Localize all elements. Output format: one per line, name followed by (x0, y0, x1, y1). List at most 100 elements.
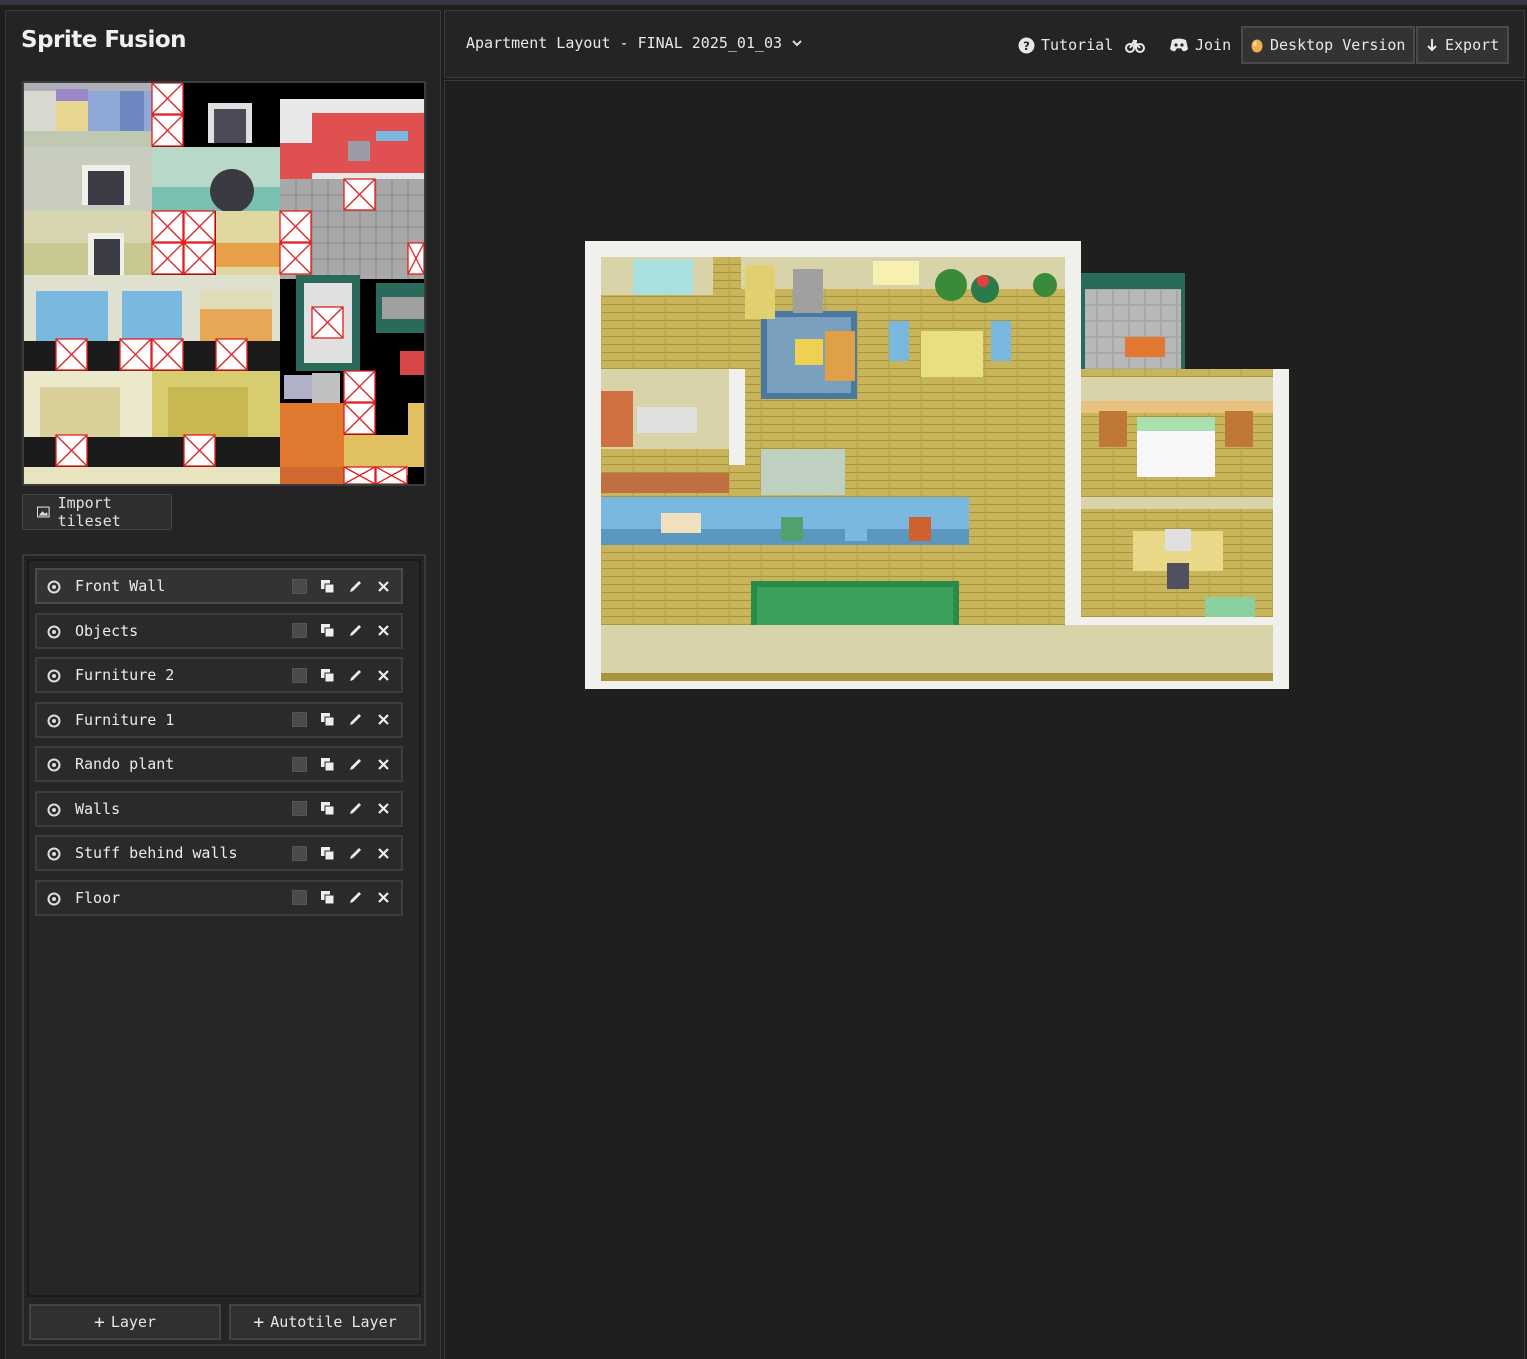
svg-text:?: ? (1023, 38, 1030, 52)
close-icon[interactable] (375, 801, 391, 817)
app-window: Sprite Fusion Import tileset Front Wall … (0, 0, 1527, 1359)
plus-icon: + (253, 1311, 265, 1333)
lock-checkbox-icon[interactable] (291, 667, 307, 683)
lock-checkbox-icon[interactable] (291, 623, 307, 639)
layers-list: Front Wall Objects Furniture 2 Furniture 1 R… (27, 559, 421, 1297)
tileset-preview[interactable] (22, 81, 426, 486)
layer-name: Stuff behind walls (75, 844, 238, 862)
eye-icon[interactable] (47, 668, 61, 683)
eye-icon[interactable] (47, 846, 61, 861)
close-icon[interactable] (375, 667, 391, 683)
tilemap[interactable] (585, 241, 1289, 689)
duplicate-icon[interactable] (319, 845, 335, 861)
layers-panel: Front Wall Objects Furniture 2 Furniture 1 R… (22, 554, 426, 1346)
pencil-icon[interactable] (347, 845, 363, 861)
layer-name: Furniture 1 (75, 710, 175, 729)
layer-name: Objects (75, 621, 139, 640)
duplicate-icon[interactable] (319, 667, 335, 683)
plus-icon: + (94, 1311, 105, 1333)
desktop-version-label: Desktop Version (1270, 36, 1406, 54)
image-icon (37, 506, 50, 518)
front-wall (601, 625, 1273, 673)
layer-row[interactable]: Rando plant (35, 746, 403, 782)
duplicate-icon[interactable] (319, 623, 335, 639)
pencil-icon[interactable] (347, 712, 363, 728)
duplicate-icon[interactable] (319, 756, 335, 772)
lock-checkbox-icon[interactable] (291, 890, 307, 906)
close-icon[interactable] (375, 578, 391, 594)
close-icon[interactable] (375, 712, 391, 728)
map-canvas[interactable] (444, 80, 1525, 1359)
left-sidebar: Sprite Fusion Import tileset Front Wall … (5, 10, 441, 1359)
layer-row[interactable]: Furniture 2 (35, 657, 403, 693)
add-layer-button[interactable]: + Layer (29, 1304, 221, 1340)
layer-row[interactable]: Walls (35, 790, 403, 827)
tileset-image[interactable] (24, 83, 424, 484)
lock-checkbox-icon[interactable] (291, 845, 307, 861)
eye-icon[interactable] (47, 802, 61, 816)
export-button[interactable]: Export (1416, 26, 1510, 64)
duplicate-icon[interactable] (319, 712, 335, 728)
layer-name: Furniture 2 (75, 666, 175, 684)
bicycle-icon (1125, 39, 1145, 53)
layer-row[interactable]: Objects (35, 612, 403, 649)
layer-actions (291, 667, 391, 683)
tutorial-label: Tutorial (1041, 36, 1114, 54)
duplicate-icon[interactable] (319, 801, 335, 817)
close-icon[interactable] (375, 756, 391, 772)
lock-checkbox-icon[interactable] (291, 712, 307, 728)
pencil-icon[interactable] (347, 801, 363, 817)
import-tileset-button[interactable]: Import tileset (22, 494, 172, 530)
add-layer-label: Layer (110, 1313, 156, 1331)
export-label: Export (1445, 36, 1500, 54)
discord-join-link[interactable]: Join (1169, 27, 1231, 63)
eye-icon[interactable] (47, 579, 61, 594)
layer-name: Front Wall (75, 577, 166, 595)
duplicate-icon[interactable] (319, 890, 335, 906)
layer-actions (291, 801, 391, 817)
duplicate-icon[interactable] (319, 578, 335, 594)
chevron-down-icon (792, 40, 802, 47)
tutorial-link[interactable]: ? Tutorial (1018, 27, 1113, 63)
pencil-icon[interactable] (347, 756, 363, 772)
close-icon[interactable] (375, 623, 391, 639)
import-tileset-label: Import tileset (57, 494, 121, 530)
dining-table (921, 331, 983, 377)
close-icon[interactable] (375, 845, 391, 861)
pencil-icon[interactable] (347, 623, 363, 639)
lock-checkbox-icon[interactable] (291, 578, 307, 594)
app-title: Sprite Fusion (21, 27, 187, 53)
lock-checkbox-icon[interactable] (291, 756, 307, 772)
top-toolbar: Apartment Layout - FINAL 2025_01_03 ? Tu… (444, 10, 1525, 78)
layer-row[interactable]: Front Wall (35, 568, 403, 604)
join-label: Join (1195, 36, 1232, 54)
add-autotile-layer-button[interactable]: + Autotile Layer (229, 1304, 421, 1340)
layer-row[interactable]: Floor (35, 879, 403, 916)
eye-icon[interactable] (47, 757, 61, 772)
layer-actions (291, 756, 391, 772)
desktop-version-button[interactable]: Desktop Version (1241, 26, 1416, 64)
pencil-icon[interactable] (347, 578, 363, 594)
lock-checkbox-icon[interactable] (291, 801, 307, 817)
layer-actions (291, 890, 391, 906)
layer-actions (291, 578, 391, 594)
layer-name: Walls (75, 799, 121, 818)
project-selector[interactable]: Apartment Layout - FINAL 2025_01_03 (466, 34, 802, 52)
eye-icon[interactable] (47, 891, 61, 905)
pencil-icon[interactable] (347, 667, 363, 683)
close-icon[interactable] (375, 890, 391, 906)
layer-actions (291, 845, 391, 861)
help-icon: ? (1018, 37, 1035, 53)
layer-row[interactable]: Stuff behind walls (35, 835, 403, 871)
add-autotile-label: Autotile Layer (270, 1313, 397, 1331)
layer-row[interactable]: Furniture 1 (35, 701, 403, 738)
bike-button[interactable] (1125, 27, 1145, 63)
layer-name: Rando plant (75, 755, 175, 773)
layer-actions (291, 623, 391, 639)
pencil-icon[interactable] (347, 890, 363, 906)
discord-icon (1170, 38, 1188, 51)
download-arrow-icon (1427, 39, 1437, 52)
egg-icon (1251, 39, 1263, 53)
eye-icon[interactable] (47, 713, 61, 727)
eye-icon[interactable] (47, 624, 61, 638)
